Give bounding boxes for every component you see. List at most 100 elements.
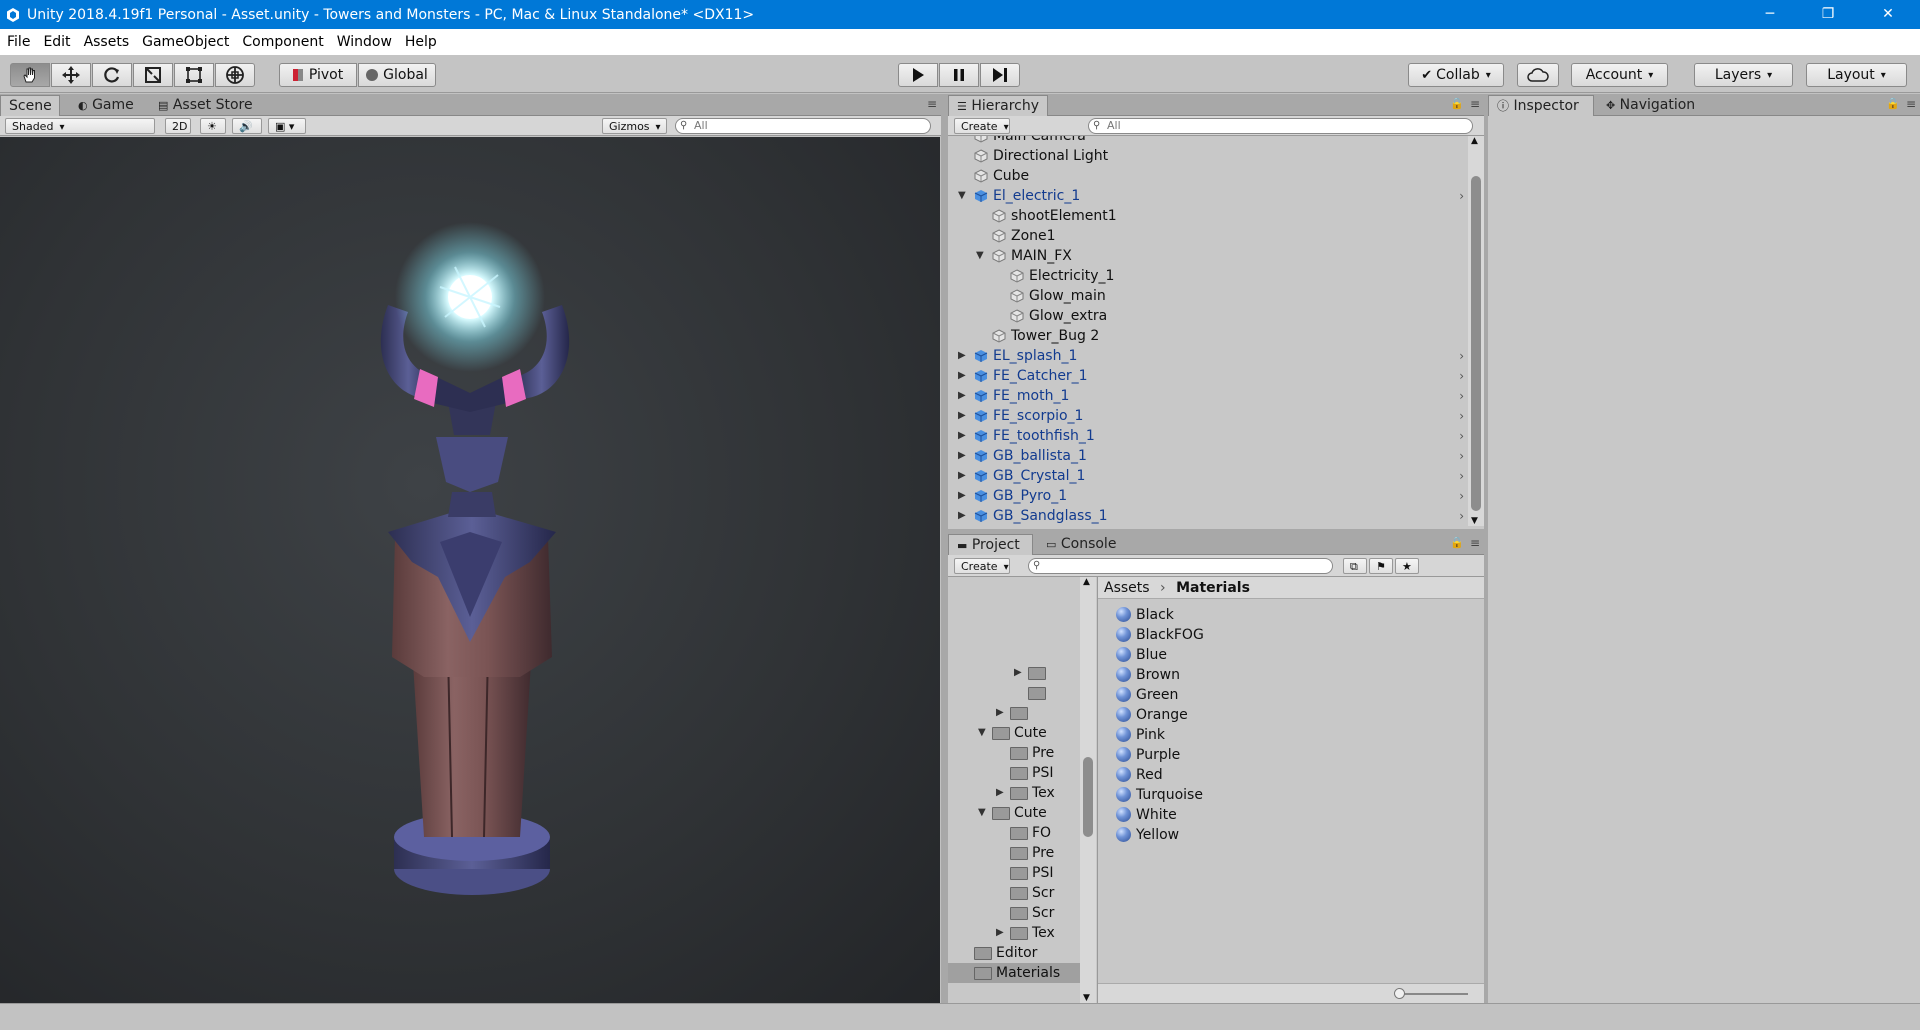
filter-type-icon[interactable]: ⧉ xyxy=(1343,558,1367,574)
open-prefab-chevron-icon[interactable]: › xyxy=(1459,366,1464,386)
foldout-arrow-icon[interactable]: ▶ xyxy=(958,426,966,446)
project-folder-item[interactable]: ▼ Cute xyxy=(948,723,1080,743)
hierarchy-item[interactable]: ▶ EL_splash_1 › xyxy=(948,346,1468,366)
pause-button[interactable] xyxy=(939,63,979,87)
tab-navigation[interactable]: ✥ Navigation xyxy=(1598,95,1703,116)
scene-view[interactable] xyxy=(0,137,940,1003)
panel-menu-icon[interactable]: ≡ xyxy=(1470,97,1480,111)
hand-tool-icon[interactable] xyxy=(10,63,50,87)
menu-help[interactable]: Help xyxy=(398,34,443,50)
material-item[interactable]: BlackFOG xyxy=(1116,625,1476,645)
foldout-arrow-icon[interactable]: ▼ xyxy=(978,803,986,823)
hierarchy-scrollbar[interactable]: ▲ ▼ xyxy=(1468,136,1484,526)
menu-file[interactable]: File xyxy=(0,34,36,50)
material-item[interactable]: White xyxy=(1116,805,1476,825)
foldout-arrow-icon[interactable]: ▶ xyxy=(1014,663,1022,683)
hierarchy-item[interactable]: Zone1 xyxy=(948,226,1468,246)
foldout-arrow-icon[interactable]: ▶ xyxy=(958,466,966,486)
project-folder-item[interactable]: Materials xyxy=(948,963,1080,983)
foldout-arrow-icon[interactable]: ▼ xyxy=(978,723,986,743)
foldout-arrow-icon[interactable]: ▶ xyxy=(958,506,966,526)
hierarchy-create-button[interactable]: Create xyxy=(954,118,1010,134)
open-prefab-chevron-icon[interactable]: › xyxy=(1459,426,1464,446)
project-folder-item[interactable]: Scr xyxy=(948,883,1080,903)
layout-dropdown[interactable]: Layout xyxy=(1806,63,1907,87)
hierarchy-item[interactable]: ▶ GB_Pyro_1 › xyxy=(948,486,1468,506)
project-tree-scroll-thumb[interactable] xyxy=(1083,757,1093,837)
project-create-button[interactable]: Create xyxy=(954,558,1010,574)
hierarchy-item[interactable]: Directional Light xyxy=(948,146,1468,166)
foldout-arrow-icon[interactable]: ▼ xyxy=(958,186,966,206)
foldout-arrow-icon[interactable]: ▶ xyxy=(996,703,1004,723)
hierarchy-item[interactable]: Cube xyxy=(948,166,1468,186)
foldout-arrow-icon[interactable]: ▶ xyxy=(958,486,966,506)
minimize-button[interactable]: ─ xyxy=(1747,0,1793,29)
breadcrumb-assets[interactable]: Assets xyxy=(1104,580,1150,596)
step-button[interactable] xyxy=(980,63,1020,87)
tab-asset-store[interactable]: ▤ Asset Store xyxy=(150,95,261,116)
project-folder-item[interactable]: Editor xyxy=(948,943,1080,963)
panel-menu-icon[interactable]: ≡ xyxy=(927,97,937,111)
panel-menu-icon[interactable]: ≡ xyxy=(1906,97,1916,111)
layers-dropdown[interactable]: Layers xyxy=(1694,63,1793,87)
material-item[interactable]: Orange xyxy=(1116,705,1476,725)
account-dropdown[interactable]: Account xyxy=(1571,63,1668,87)
scroll-up-icon[interactable]: ▲ xyxy=(1083,577,1090,587)
lock-icon[interactable]: 🔒 xyxy=(1450,97,1464,110)
tab-console[interactable]: ▭ Console xyxy=(1038,534,1124,555)
hierarchy-item[interactable]: shootElement1 xyxy=(948,206,1468,226)
zoom-slider-handle[interactable] xyxy=(1394,988,1405,999)
material-item[interactable]: Turquoise xyxy=(1116,785,1476,805)
rotate-tool-icon[interactable] xyxy=(92,63,132,87)
foldout-arrow-icon[interactable]: ▶ xyxy=(996,923,1004,943)
project-folder-item[interactable]: FO xyxy=(948,823,1080,843)
project-search-input[interactable]: ⚲ xyxy=(1028,558,1333,574)
project-tree-scrollbar[interactable]: ▲ ▼ xyxy=(1080,577,1096,1003)
scroll-down-icon[interactable]: ▼ xyxy=(1083,993,1090,1003)
hierarchy-item[interactable]: Electricity_1 xyxy=(948,266,1468,286)
transform-tool-icon[interactable] xyxy=(215,63,255,87)
material-item[interactable]: Brown xyxy=(1116,665,1476,685)
global-toggle[interactable]: Global xyxy=(358,63,436,87)
material-item[interactable]: Purple xyxy=(1116,745,1476,765)
tab-inspector[interactable]: ⓘ Inspector xyxy=(1488,95,1594,116)
tab-hierarchy[interactable]: ☰ Hierarchy xyxy=(948,95,1048,116)
hierarchy-item[interactable]: Tower_Bug 2 xyxy=(948,326,1468,346)
panel-menu-icon[interactable]: ≡ xyxy=(1470,536,1480,550)
favorite-star-icon[interactable]: ★ xyxy=(1395,558,1419,574)
tab-project[interactable]: ▬ Project xyxy=(948,534,1033,555)
move-tool-icon[interactable] xyxy=(51,63,91,87)
hierarchy-search-input[interactable]: ⚲ All xyxy=(1088,118,1473,134)
project-folder-item[interactable]: ▶ xyxy=(948,663,1080,683)
foldout-arrow-icon[interactable]: ▶ xyxy=(958,366,966,386)
scroll-up-icon[interactable]: ▲ xyxy=(1471,136,1478,146)
hierarchy-item[interactable]: ▶ GB_Sandglass_1 › xyxy=(948,506,1468,526)
open-prefab-chevron-icon[interactable]: › xyxy=(1459,506,1464,526)
hierarchy-item[interactable]: ▶ GB_ballista_1 › xyxy=(948,446,1468,466)
material-item[interactable]: Black xyxy=(1116,605,1476,625)
gizmos-dropdown[interactable]: Gizmos xyxy=(602,118,667,134)
foldout-arrow-icon[interactable]: ▶ xyxy=(958,386,966,406)
pivot-toggle[interactable]: Pivot xyxy=(279,63,357,87)
2d-toggle[interactable]: 2D xyxy=(165,118,191,134)
open-prefab-chevron-icon[interactable]: › xyxy=(1459,346,1464,366)
open-prefab-chevron-icon[interactable]: › xyxy=(1459,406,1464,426)
hierarchy-item[interactable]: Glow_extra xyxy=(948,306,1468,326)
breadcrumb-materials[interactable]: Materials xyxy=(1176,580,1250,596)
hierarchy-item[interactable]: Main Camera xyxy=(948,136,1468,146)
material-item[interactable]: Blue xyxy=(1116,645,1476,665)
project-folder-item[interactable]: ▶ Tex xyxy=(948,923,1080,943)
open-prefab-chevron-icon[interactable]: › xyxy=(1459,186,1464,206)
foldout-arrow-icon[interactable]: ▶ xyxy=(958,406,966,426)
lock-icon[interactable]: 🔒 xyxy=(1450,536,1464,549)
material-item[interactable]: Yellow xyxy=(1116,825,1476,845)
foldout-arrow-icon[interactable]: ▼ xyxy=(976,246,984,266)
maximize-button[interactable]: ❐ xyxy=(1805,0,1851,29)
play-button[interactable] xyxy=(898,63,938,87)
tab-scene[interactable]: Scene xyxy=(0,95,60,116)
project-folder-item[interactable]: Pre xyxy=(948,843,1080,863)
menu-window[interactable]: Window xyxy=(330,34,398,50)
audio-toggle-icon[interactable]: 🔊 xyxy=(232,118,262,134)
hierarchy-item[interactable]: ▶ FE_scorpio_1 › xyxy=(948,406,1468,426)
close-button[interactable]: ✕ xyxy=(1865,0,1911,29)
